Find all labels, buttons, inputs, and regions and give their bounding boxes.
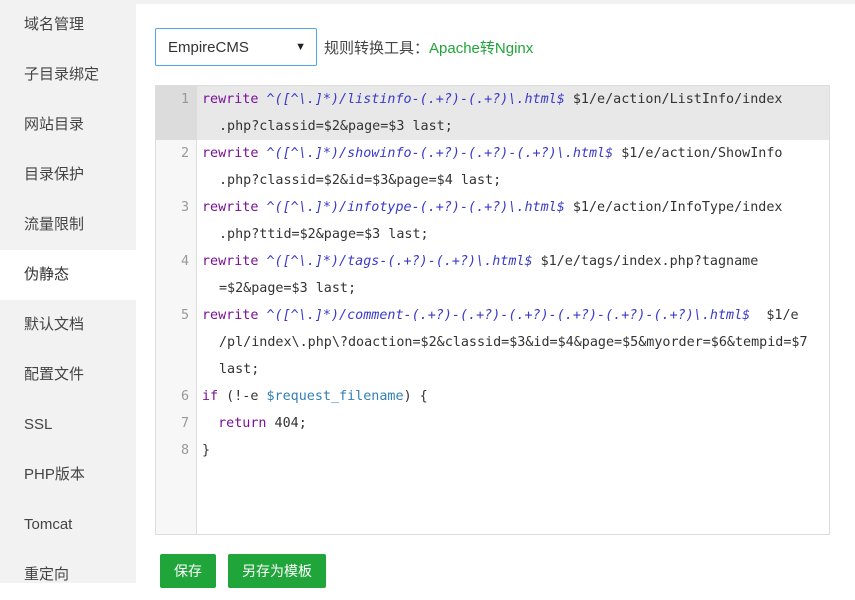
apache-to-nginx-link[interactable]: Apache转Nginx	[429, 37, 533, 58]
code-variable: $request_filename	[266, 389, 404, 404]
code-regex: ^([^\.]*)/listinfo-(.+?)-(.+?)\.html$	[258, 92, 565, 107]
dropdown-arrow-icon: ▼	[295, 41, 306, 53]
code-target: $1/e	[750, 308, 799, 323]
code-line: 5 rewrite ^([^\.]*)/comment-(.+?)-(.+?)-…	[156, 302, 829, 383]
sidebar-item-traffic-limit[interactable]: 流量限制	[0, 200, 136, 250]
code-keyword: rewrite	[202, 92, 259, 107]
code-continuation: =$2&page=$3 last;	[219, 281, 357, 296]
code-target: $1/e/action/InfoType/index	[564, 200, 783, 215]
code-keyword: rewrite	[202, 308, 259, 323]
code-regex: ^([^\.]*)/showinfo-(.+?)-(.+?)-(.+?)\.ht…	[258, 146, 614, 161]
sidebar-item-domain[interactable]: 域名管理	[0, 0, 136, 50]
code-keyword: if	[202, 389, 219, 404]
sidebar-item-php-version[interactable]: PHP版本	[0, 450, 136, 500]
code-target: $1/e/action/ListInfo/index	[564, 92, 783, 107]
code-line: 8 }	[156, 437, 829, 464]
sidebar: 域名管理 子目录绑定 网站目录 目录保护 流量限制 伪静态 默认文档 配置文件 …	[0, 0, 136, 583]
sidebar-item-redirect[interactable]: 重定向	[0, 550, 136, 600]
code-target: $1/e/tags/index.php?tagname	[532, 254, 759, 269]
code-line: 3 rewrite ^([^\.]*)/infotype-(.+?)-(.+?)…	[156, 194, 829, 248]
code-regex: ^([^\.]*)/tags-(.+?)-(.+?)\.html$	[258, 254, 533, 269]
code-text: }	[202, 443, 211, 458]
code-continuation: .php?classid=$2&id=$3&page=$4 last;	[219, 173, 502, 188]
sidebar-item-default-document[interactable]: 默认文档	[0, 300, 136, 350]
code-line: 2 rewrite ^([^\.]*)/showinfo-(.+?)-(.+?)…	[156, 140, 829, 194]
code-target: $1/e/action/ShowInfo	[613, 146, 783, 161]
code-regex: ^([^\.]*)/comment-(.+?)-(.+?)-(.+?)-(.+?…	[258, 308, 751, 323]
line-number: 2	[180, 146, 189, 161]
line-number: 4	[180, 254, 189, 269]
code-continuation: /pl/index\.php\?doaction=$2&classid=$3&i…	[219, 335, 808, 350]
sidebar-item-ssl[interactable]: SSL	[0, 400, 136, 450]
template-select-value: EmpireCMS	[168, 38, 249, 56]
code-keyword: rewrite	[202, 254, 259, 269]
template-select[interactable]: EmpireCMS ▼	[155, 28, 317, 66]
code-editor[interactable]: 1 rewrite ^([^\.]*)/listinfo-(.+?)-(.+?)…	[155, 85, 830, 535]
line-number: 8	[180, 443, 189, 458]
code-regex: ^([^\.]*)/infotype-(.+?)-(.+?)\.html$	[258, 200, 565, 215]
code-line: 1 rewrite ^([^\.]*)/listinfo-(.+?)-(.+?)…	[156, 86, 829, 140]
line-number: 5	[180, 308, 189, 323]
sidebar-item-rewrite[interactable]: 伪静态	[0, 250, 136, 300]
code-line: 4 rewrite ^([^\.]*)/tags-(.+?)-(.+?)\.ht…	[156, 248, 829, 302]
code-continuation: .php?ttid=$2&page=$3 last;	[219, 227, 429, 242]
code-keyword: rewrite	[202, 146, 259, 161]
code-keyword: rewrite	[202, 200, 259, 215]
toolbar: EmpireCMS ▼ 规则转换工具： Apache转Nginx	[155, 28, 533, 66]
code-keyword: return	[202, 416, 267, 431]
code-line: 6 if (!-e $request_filename) {	[156, 383, 829, 410]
sidebar-item-subdir-binding[interactable]: 子目录绑定	[0, 50, 136, 100]
code-text: (!-e	[218, 389, 267, 404]
code-lines: 1 rewrite ^([^\.]*)/listinfo-(.+?)-(.+?)…	[156, 86, 829, 464]
code-line: 7 return 404;	[156, 410, 829, 437]
line-number: 6	[180, 389, 189, 404]
code-text: 404;	[266, 416, 307, 431]
sidebar-item-config-file[interactable]: 配置文件	[0, 350, 136, 400]
convert-tool-label: 规则转换工具：	[324, 39, 430, 57]
sidebar-item-tomcat[interactable]: Tomcat	[0, 500, 136, 550]
line-number: 7	[180, 416, 189, 431]
line-number: 1	[180, 92, 189, 107]
code-continuation: .php?classid=$2&page=$3 last;	[219, 119, 453, 134]
sidebar-item-dir-protection[interactable]: 目录保护	[0, 150, 136, 200]
sidebar-item-site-directory[interactable]: 网站目录	[0, 100, 136, 150]
line-number: 3	[180, 200, 189, 215]
code-continuation: last;	[219, 362, 260, 377]
code-text: ) {	[403, 389, 428, 404]
main-panel: EmpireCMS ▼ 规则转换工具： Apache转Nginx 1 rewri…	[136, 4, 855, 588]
